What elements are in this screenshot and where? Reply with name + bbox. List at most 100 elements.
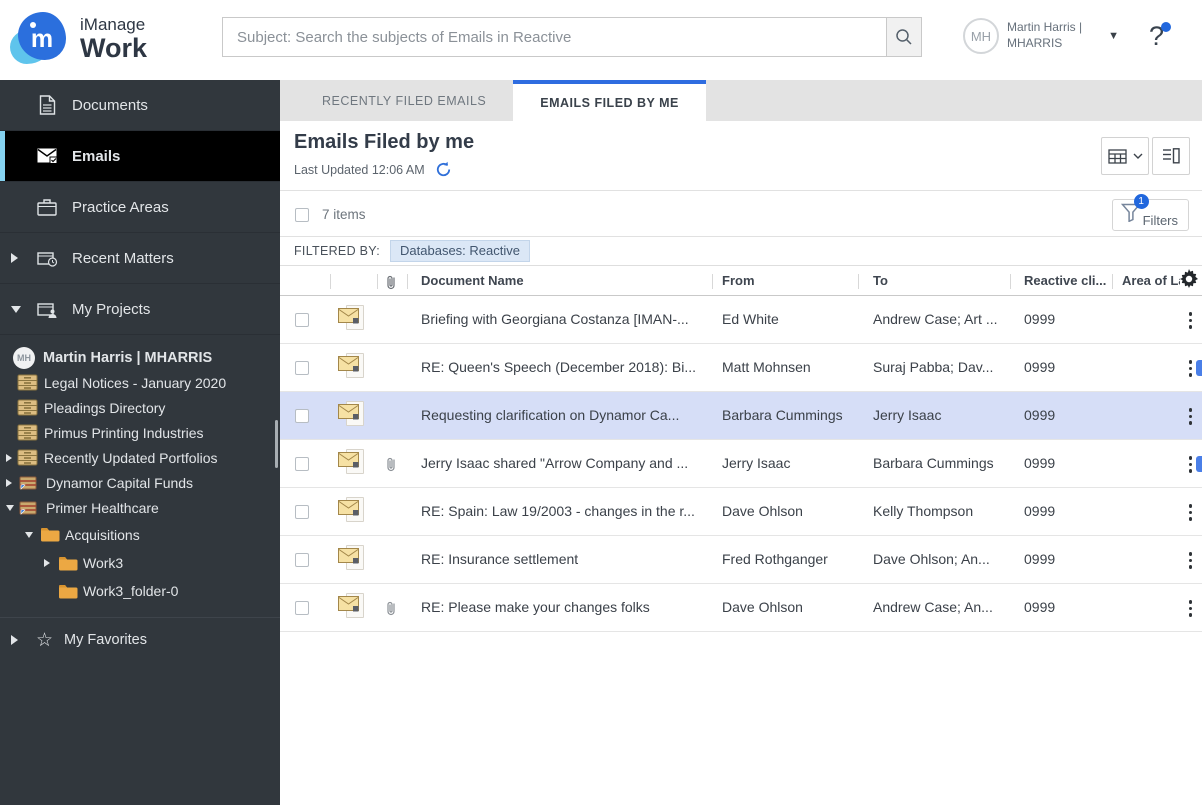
page-title: Emails Filed by me xyxy=(294,131,475,153)
chevron-down-icon[interactable]: ▼ xyxy=(1108,30,1119,42)
row-menu-kebab-icon[interactable] xyxy=(1188,360,1192,377)
column-header-to[interactable]: To xyxy=(873,273,1013,288)
tree-item-acquisitions[interactable]: Acquisitions xyxy=(0,520,280,549)
column-settings-gear-icon[interactable] xyxy=(1179,269,1199,292)
tree-item-primus-printing[interactable]: Primus Printing Industries xyxy=(0,420,280,445)
expand-arrow-icon[interactable] xyxy=(11,253,18,263)
tree-item-label: Work3 xyxy=(83,555,124,571)
row-checkbox[interactable] xyxy=(295,313,309,327)
tree-item-pleadings-directory[interactable]: Pleadings Directory xyxy=(0,395,280,420)
collapse-arrow-icon[interactable] xyxy=(25,531,33,538)
preview-pane-button[interactable] xyxy=(1152,137,1190,175)
search-input[interactable] xyxy=(222,17,886,57)
filter-chip-databases[interactable]: Databases: Reactive xyxy=(390,240,530,262)
cell-from: Dave Ohlson xyxy=(722,503,803,519)
email-document-icon xyxy=(338,449,364,480)
expand-arrow-icon[interactable] xyxy=(6,453,12,462)
cell-reactive-client: 0999 xyxy=(1024,503,1056,519)
items-count: 7 items xyxy=(322,207,366,222)
expand-arrow-icon[interactable] xyxy=(6,478,12,487)
cell-from: Fred Rothganger xyxy=(722,551,828,567)
collapse-arrow-icon[interactable] xyxy=(6,504,14,511)
row-checkbox[interactable] xyxy=(295,361,309,375)
column-header-document-name[interactable]: Document Name xyxy=(421,273,706,288)
list-toolbar: 7 items 1 Filters xyxy=(280,190,1202,237)
sidebar-item-emails[interactable]: Emails xyxy=(0,131,280,182)
row-checkbox[interactable] xyxy=(295,457,309,471)
my-projects-icon xyxy=(36,301,58,318)
avatar: MH xyxy=(13,346,35,369)
cell-document-name: Briefing with Georgiana Costanza [IMAN-.… xyxy=(421,311,689,327)
row-edge-indicator xyxy=(1196,456,1202,472)
row-menu-kebab-icon[interactable] xyxy=(1188,408,1192,425)
column-header-reactive-client[interactable]: Reactive cli... xyxy=(1024,273,1110,288)
sidebar-item-documents[interactable]: Documents xyxy=(0,80,280,131)
sidebar-item-my-projects[interactable]: My Projects xyxy=(0,284,280,335)
tree-item-work3[interactable]: Work3 xyxy=(0,549,280,577)
tree-item-primer-healthcare[interactable]: Primer Healthcare xyxy=(0,495,280,520)
tree-item-label: Primus Printing Industries xyxy=(44,424,204,441)
user-name-line2: MHARRIS xyxy=(1006,36,1063,50)
cell-document-name: RE: Queen's Speech (December 2018): Bi..… xyxy=(421,359,697,375)
collapse-arrow-icon[interactable] xyxy=(11,305,21,313)
email-row[interactable]: Briefing with Georgiana Costanza [IMAN-.… xyxy=(280,296,1202,344)
document-icon xyxy=(36,95,58,115)
cell-reactive-client: 0999 xyxy=(1024,311,1056,327)
tree-item-label: Primer Healthcare xyxy=(46,499,159,516)
email-row[interactable]: Jerry Isaac shared "Arrow Company and ..… xyxy=(280,440,1202,488)
row-menu-kebab-icon[interactable] xyxy=(1188,600,1192,617)
brand-logo: m iManage Work xyxy=(10,12,147,66)
tree-item-recently-updated-portfolios[interactable]: Recently Updated Portfolios xyxy=(0,445,280,470)
row-menu-kebab-icon[interactable] xyxy=(1188,504,1192,521)
email-row[interactable]: RE: Insurance settlement Fred Rothganger… xyxy=(280,536,1202,584)
row-checkbox[interactable] xyxy=(295,505,309,519)
email-row[interactable]: RE: Please make your changes folks Dave … xyxy=(280,584,1202,632)
expand-arrow-icon[interactable] xyxy=(11,635,18,645)
row-checkbox[interactable] xyxy=(295,601,309,615)
tab-label: RECENTLY FILED EMAILS xyxy=(322,93,487,108)
email-row[interactable]: RE: Queen's Speech (December 2018): Bi..… xyxy=(280,344,1202,392)
row-menu-kebab-icon[interactable] xyxy=(1188,456,1192,473)
search-button[interactable] xyxy=(886,17,922,57)
star-icon: ☆ xyxy=(36,629,54,651)
briefcase-icon xyxy=(36,198,58,216)
main-content: RECENTLY FILED EMAILS EMAILS FILED BY ME… xyxy=(280,80,1202,805)
sidebar-scrollbar[interactable] xyxy=(275,420,278,468)
cell-document-name: RE: Spain: Law 19/2003 - changes in the … xyxy=(421,503,695,519)
user-menu[interactable]: MH Martin Harris | MHARRIS ▼ ? xyxy=(962,18,1171,54)
help-button[interactable]: ? xyxy=(1149,21,1171,52)
tab-emails-filed-by-me[interactable]: EMAILS FILED BY ME xyxy=(513,80,706,121)
cell-document-name: RE: Please make your changes folks xyxy=(421,599,650,615)
sidebar-item-recent-matters[interactable]: Recent Matters xyxy=(0,233,280,284)
row-checkbox[interactable] xyxy=(295,409,309,423)
expand-arrow-icon[interactable] xyxy=(44,559,50,567)
table-view-button[interactable] xyxy=(1101,137,1149,175)
tab-recently-filed-emails[interactable]: RECENTLY FILED EMAILS xyxy=(295,80,513,121)
sidebar-item-my-favorites[interactable]: ☆ My Favorites xyxy=(0,618,280,662)
refresh-icon[interactable] xyxy=(435,161,452,178)
tree-item-user-root[interactable]: MH Martin Harris | MHARRIS xyxy=(0,345,280,370)
email-row[interactable]: RE: Spain: Law 19/2003 - changes in the … xyxy=(280,488,1202,536)
row-checkbox[interactable] xyxy=(295,553,309,567)
email-row-selected[interactable]: Requesting clarification on Dynamor Ca..… xyxy=(280,392,1202,440)
column-header-area-of-law[interactable]: Area of La xyxy=(1122,273,1180,288)
notification-dot xyxy=(1161,21,1171,32)
filters-button[interactable]: 1 Filters xyxy=(1111,194,1189,231)
row-menu-kebab-icon[interactable] xyxy=(1188,552,1192,569)
select-all-checkbox[interactable] xyxy=(295,208,309,222)
sidebar-item-label: My Favorites xyxy=(64,632,147,648)
cell-reactive-client: 0999 xyxy=(1024,359,1056,375)
tree-item-label: Legal Notices - January 2020 xyxy=(44,374,227,391)
column-separator xyxy=(1112,274,1113,289)
paperclip-icon[interactable] xyxy=(385,273,397,290)
tree-item-work3-folder-0[interactable]: Work3_folder-0 xyxy=(0,577,280,605)
cell-reactive-client: 0999 xyxy=(1024,455,1056,471)
column-header-from[interactable]: From xyxy=(722,273,862,288)
row-menu-kebab-icon[interactable] xyxy=(1188,312,1192,329)
tree-item-legal-notices[interactable]: Legal Notices - January 2020 xyxy=(0,370,280,395)
sidebar-item-practice-areas[interactable]: Practice Areas xyxy=(0,182,280,233)
cell-to: Kelly Thompson xyxy=(873,503,974,519)
workspace-icon xyxy=(19,476,37,490)
folder-icon xyxy=(58,584,78,599)
tree-item-dynamor-capital-funds[interactable]: Dynamor Capital Funds xyxy=(0,470,280,495)
